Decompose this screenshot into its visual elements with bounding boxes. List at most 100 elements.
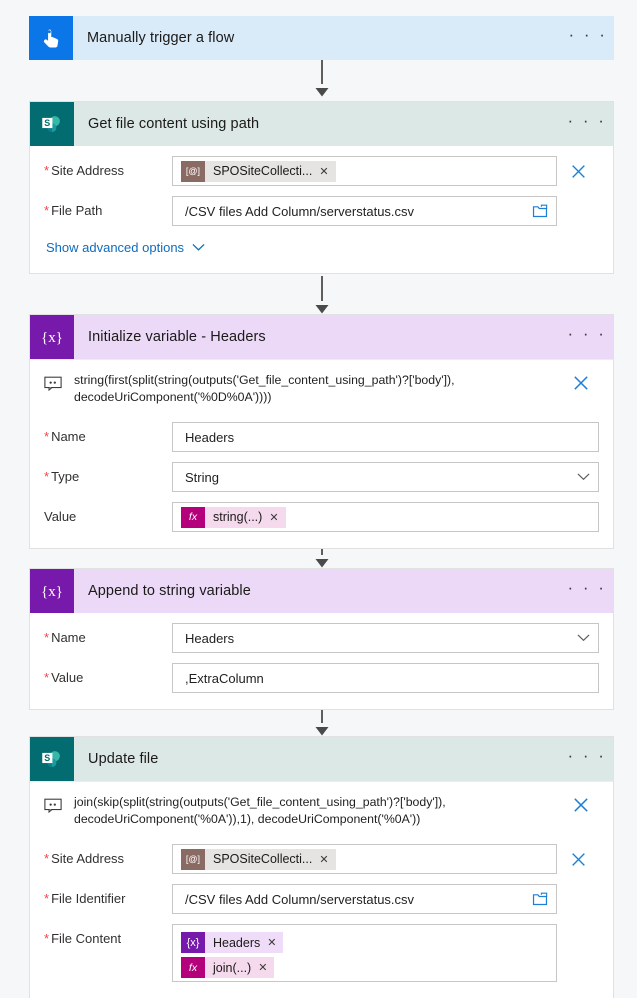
show-advanced-options-link[interactable]: Show advanced options [30,226,613,257]
field-label: * File Content [44,931,122,946]
field-spacer [557,924,599,954]
step-header[interactable]: Manually trigger a flow · · · [29,16,614,60]
chevron-down-icon [192,243,205,251]
svg-text:{x}: {x} [41,330,63,346]
step-header[interactable]: {x} Initialize variable - Headers · · · [30,315,613,359]
expression-clear-button[interactable] [563,372,599,392]
variable-value-input[interactable]: fx string(...) ✕ [172,502,599,532]
variable-name-value: Headers [185,429,235,445]
step-body: * Name Headers * Value ,ExtraColumn [30,613,613,709]
dynamic-content-chip[interactable]: [@] SPOSiteCollecti... ✕ [181,160,336,182]
step-card-append-to-string-variable[interactable]: {x} Append to string variable · · · * Nam… [29,568,614,710]
variable-type-select[interactable]: String [172,462,599,492]
field-label: Value [44,509,77,524]
expression-chip[interactable]: fx join(...) ✕ [181,957,275,978]
field-label: * Site Address [44,163,125,178]
step-body: join(skip(split(string(outputs('Get_file… [30,781,613,998]
field-variable-value: Value fx string(...) ✕ [30,492,613,532]
field-variable-type: * Type String [30,452,613,492]
connector-getfile-to-initvar [314,276,330,314]
fx-icon: fx [181,506,205,528]
step-menu-button[interactable]: · · · [561,102,613,146]
step-card-get-file-content[interactable]: S Get file content using path · · · * Sit… [29,101,614,274]
field-label: * File Identifier [44,891,126,906]
clear-field-button[interactable] [557,844,599,874]
append-value-input[interactable]: ,ExtraColumn [172,663,599,693]
expression-banner: join(skip(split(string(outputs('Get_file… [30,781,613,834]
expression-chip[interactable]: fx string(...) ✕ [181,506,286,528]
append-name-select[interactable]: Headers [172,623,599,653]
connector-trigger-to-getfile [314,59,330,97]
clear-field-button[interactable] [557,156,599,186]
field-file-identifier: * File Identifier /CSV files Add Column/s… [30,874,613,914]
manual-trigger-icon [29,16,73,60]
step-menu-button[interactable]: · · · [561,315,613,359]
expression-tooltip-icon [44,794,74,818]
step-card-update-file[interactable]: S Update file · · · join(skip(split(stri… [29,736,614,998]
chip-remove-icon[interactable]: ✕ [267,936,276,949]
field-append-value: * Value ,ExtraColumn [30,653,613,693]
required-asterisk: * [44,891,50,906]
field-label: * Value [44,670,84,685]
chip-label: join(...) [213,960,252,975]
required-asterisk: * [44,630,50,645]
svg-text:S: S [44,118,50,128]
variable-icon: {x} [30,315,74,359]
variable-type-value: String [185,469,219,485]
step-title: Append to string variable [88,583,251,599]
step-menu-button[interactable]: · · · [561,737,613,781]
expression-clear-button[interactable] [563,794,599,814]
variable-icon: {x} [30,569,74,613]
folder-picker-icon[interactable] [532,892,548,906]
chip-remove-icon[interactable]: ✕ [269,511,278,524]
dynamic-content-icon: [@] [181,160,205,182]
step-menu-button[interactable]: · · · [562,16,614,60]
file-path-input[interactable]: /CSV files Add Column/serverstatus.csv [172,196,557,226]
step-header[interactable]: S Update file · · · [30,737,613,781]
chip-remove-icon[interactable]: ✕ [258,961,267,974]
chip-remove-icon[interactable]: ✕ [319,853,328,866]
step-title: Get file content using path [88,116,260,132]
chevron-down-icon[interactable] [577,634,590,643]
append-value-text: ,ExtraColumn [185,670,264,686]
dynamic-content-icon: [@] [181,848,205,870]
step-card-manual-trigger[interactable]: Manually trigger a flow · · · [29,16,614,60]
required-asterisk: * [44,851,50,866]
chip-remove-icon[interactable]: ✕ [319,165,328,178]
required-asterisk: * [44,931,50,946]
step-body: string(first(split(string(outputs('Get_f… [30,359,613,548]
site-address-input[interactable]: [@] SPOSiteCollecti... ✕ [172,844,557,874]
svg-text:S: S [44,753,50,763]
step-header[interactable]: {x} Append to string variable · · · [30,569,613,613]
file-path-value: /CSV files Add Column/serverstatus.csv [185,203,415,219]
dynamic-content-chip[interactable]: [@] SPOSiteCollecti... ✕ [181,848,336,870]
expression-text: join(skip(split(string(outputs('Get_file… [74,795,446,826]
field-spacer [557,196,599,226]
variable-chip[interactable]: {x} Headers ✕ [181,932,284,953]
file-identifier-input[interactable]: /CSV files Add Column/serverstatus.csv [172,884,557,914]
required-asterisk: * [44,163,50,178]
step-card-initialize-variable[interactable]: {x} Initialize variable - Headers · · · … [29,314,614,549]
site-address-input[interactable]: [@] SPOSiteCollecti... ✕ [172,156,557,186]
field-label: * Name [44,630,86,645]
append-name-value: Headers [185,630,235,646]
step-header[interactable]: S Get file content using path · · · [30,102,613,146]
field-spacer [557,884,599,914]
field-label: * Name [44,429,86,444]
folder-picker-icon[interactable] [532,204,548,218]
step-title: Manually trigger a flow [87,30,235,46]
field-file-path: * File Path /CSV files Add Column/servers… [30,186,613,226]
required-asterisk: * [44,670,50,685]
chip-label: string(...) [213,510,263,524]
expression-tooltip-icon [44,372,74,396]
field-site-address: * Site Address [@] SPOSiteCollecti... ✕ [30,146,613,186]
step-body: *Site Address [@] SPOSiteCollecti... ✕ [30,146,613,273]
field-label: * Type [44,469,80,484]
step-menu-button[interactable]: · · · [561,569,613,613]
required-asterisk: * [44,469,50,484]
file-content-input[interactable]: {x} Headers ✕ fx join(...) ✕ [172,924,557,982]
field-file-content: * File Content {x} Headers ✕ fx join(...… [30,914,613,982]
chevron-down-icon[interactable] [577,473,590,482]
variable-name-input[interactable]: Headers [172,422,599,452]
chip-label: Headers [213,935,261,950]
